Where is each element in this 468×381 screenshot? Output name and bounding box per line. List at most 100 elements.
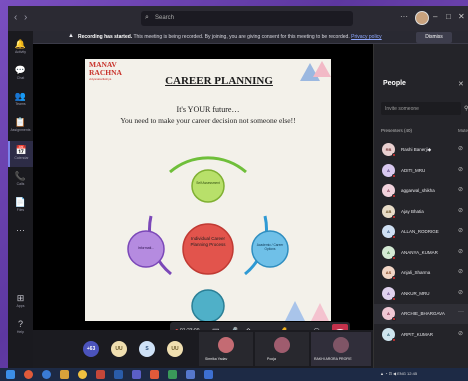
excel-icon[interactable] (168, 370, 177, 379)
rail-item-files[interactable]: 📄 Files (8, 193, 33, 219)
back-arrow-icon[interactable]: ‹ (14, 12, 17, 23)
rail-item-chat[interactable]: 💬 Chat (8, 61, 33, 87)
status-badge (392, 276, 396, 280)
participant-row[interactable]: A ALLAN_RODRIGE ⊘ (374, 222, 468, 242)
mute-all-button[interactable]: Mute all (458, 128, 468, 133)
share-invite-icon[interactable]: ⚲ (464, 105, 468, 112)
participant-row[interactable]: A ARPIT_KUMAR ⊘ (374, 325, 468, 345)
participant-tile[interactable]: Pooja (255, 332, 309, 366)
rail-item-label: Activity (14, 50, 27, 54)
teams-icon: 👥 (14, 91, 27, 101)
close-panel-icon[interactable]: ✕ (458, 80, 464, 88)
office-icon[interactable] (96, 370, 105, 379)
more-icon: ··· (16, 225, 25, 235)
app-icon[interactable] (204, 370, 213, 379)
participant-photo (274, 337, 290, 353)
mic-muted-icon: ⊘ (458, 187, 464, 193)
participant-name: Rashi Banerji◆ (401, 147, 432, 152)
center-node-label: Individual Career Planning Process (190, 236, 226, 247)
rail-item-label: Calendar (14, 156, 29, 160)
minimize-icon[interactable]: – (433, 12, 437, 21)
search-placeholder: Search (155, 15, 175, 21)
decor-triangle (313, 61, 331, 77)
mic-muted-icon: ⊘ (458, 207, 464, 214)
word-icon[interactable] (114, 370, 123, 379)
powerpoint-icon[interactable] (150, 370, 159, 379)
participant-row[interactable]: RB Rashi Banerji◆ ⊘ (374, 140, 468, 160)
participant-row[interactable]: AB Ajay Bhatia ⊘ (374, 202, 468, 222)
rail-item-teams[interactable]: 👥 Teams (8, 87, 33, 113)
edge-icon[interactable] (42, 370, 51, 379)
slide-title: CAREER PLANNING (165, 75, 273, 87)
status-badge (392, 255, 396, 260)
activity-icon: 🔔 (14, 39, 27, 49)
rail-item-label: Help (16, 330, 25, 334)
start-icon[interactable] (6, 370, 15, 379)
participant-tile[interactable]: RAKHI ARORA PROFIE (311, 332, 371, 366)
participant-row[interactable]: Aaggarwal_shikha ⊘ (374, 181, 468, 201)
maximize-icon[interactable]: □ (446, 12, 451, 21)
participant-row[interactable]: A ANKUR_MRU ⊘ (374, 284, 468, 304)
chrome-icon[interactable] (78, 370, 87, 379)
app-icon[interactable] (186, 370, 195, 379)
participant-row[interactable]: A ANANYA_KUMAR ⊘ (374, 243, 468, 263)
participant-row[interactable]: A ADITI_MRU ⊘ (374, 161, 468, 181)
privacy-policy-link[interactable]: Privacy policy (351, 34, 382, 40)
node-top-label: Self Assessment (196, 181, 220, 185)
career-cycle-diagram (127, 156, 289, 321)
help-icon: ? (17, 319, 23, 329)
rail-item-activity[interactable]: 🔔 Activity (8, 35, 33, 61)
calendar-icon: 📅 (15, 145, 28, 155)
teams-taskbar-icon[interactable] (132, 370, 141, 379)
node-left-label: Informati... (137, 246, 155, 250)
status-badge (392, 194, 396, 198)
status-badge (392, 337, 396, 342)
participant-tile[interactable]: Simrika Yadav (199, 332, 253, 366)
participant-avatar[interactable]: S (139, 341, 155, 357)
mic-muted-icon: ⊘ (458, 146, 464, 152)
participant-name: ANANYA_KUMAR (401, 249, 438, 255)
app-bar: 🔔 Activity 💬 Chat 👥 Teams 📋 Assignments 📅 Calenda… (8, 31, 33, 368)
people-title: People (383, 80, 406, 87)
status-badge (392, 153, 396, 157)
participant-row[interactable]: AS Anjali_Sharma ⊘ (374, 263, 468, 283)
system-tray: ▲ ◔ ⊡ ◀ ENG 12:45 (380, 371, 418, 376)
dismiss-button[interactable]: Dismiss (416, 32, 452, 43)
status-badge (392, 235, 396, 239)
search-taskbar-icon[interactable] (24, 370, 33, 379)
participant-name: Ajay Bhatia (401, 208, 424, 214)
status-badge (392, 214, 396, 219)
rail-item-calls[interactable]: 📞 Calls (8, 167, 33, 193)
participant-name: ALLAN_RODRIGE (401, 229, 439, 234)
rail-item-assignments[interactable]: 📋 Assignments (8, 113, 33, 139)
avatar[interactable] (415, 11, 429, 25)
recording-banner: ▲ Recording has started. This meeting is… (33, 31, 468, 44)
search-input[interactable]: ⌕ Search (141, 11, 353, 26)
rail-item-label: Apps (16, 304, 25, 308)
rail-item-help[interactable]: ? Help (8, 315, 33, 341)
assignments-icon: 📋 (14, 117, 27, 127)
logo-line2: RACHNA (89, 68, 122, 77)
rail-item-more[interactable]: ··· (8, 221, 33, 247)
mic-muted-icon: ⊘ (458, 330, 464, 337)
forward-arrow-icon[interactable]: › (24, 12, 27, 23)
participant-name: ARCHIE_BHARGAVA (401, 311, 445, 316)
close-icon[interactable]: ✕ (458, 12, 465, 21)
clock: 12:45 (407, 371, 418, 376)
invite-input[interactable]: Invite someone (381, 102, 461, 115)
more-participants-badge[interactable]: +63 (83, 341, 99, 357)
participant-avatar[interactable]: UU (167, 341, 183, 357)
participant-photo (218, 337, 234, 353)
status-badge (392, 173, 396, 178)
participant-photo (333, 337, 349, 353)
title-bar: ‹ › ⌕ Search ··· – □ ✕ (8, 6, 468, 31)
participant-avatar[interactable]: UU (111, 341, 127, 357)
presenters-header: Presenters (40) (381, 128, 413, 133)
more-options-icon[interactable]: ··· (400, 12, 408, 21)
rail-item-apps[interactable]: ⊞ Apps (8, 289, 33, 315)
meeting-stage: MANAV RACHNA vidyanatarikshya CAREER PLA… (33, 44, 373, 344)
rail-item-calendar[interactable]: 📅 Calendar (8, 141, 33, 167)
explorer-icon[interactable] (60, 370, 69, 379)
participant-row[interactable]: A ARCHIE_BHARGAVA ··· (374, 304, 468, 324)
rail-item-label: Teams (15, 102, 26, 106)
